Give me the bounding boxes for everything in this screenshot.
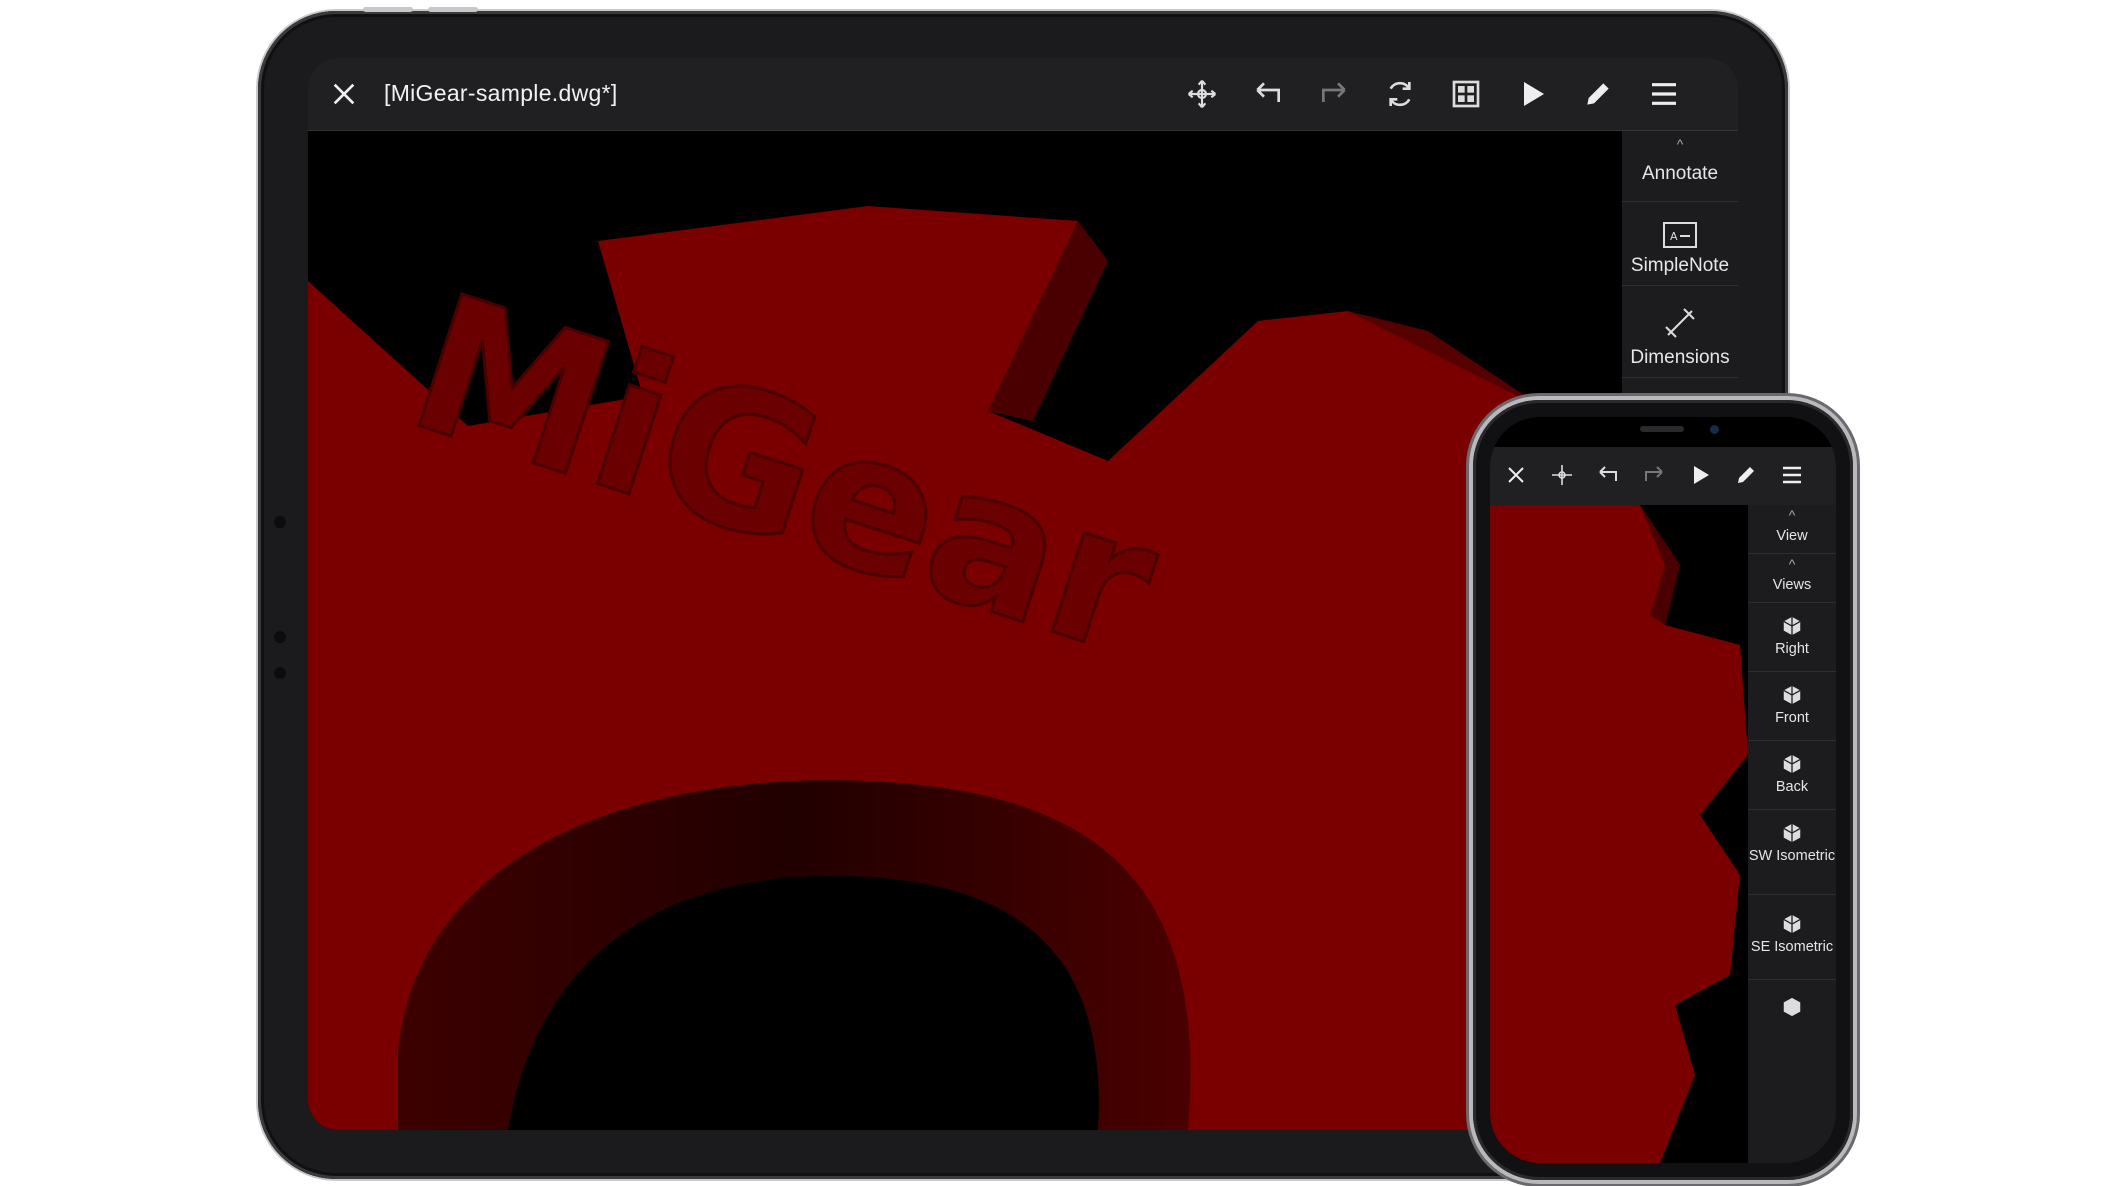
side-item-views[interactable]: ^ Views	[1748, 554, 1836, 603]
redo-icon[interactable]	[1638, 459, 1670, 491]
play-icon[interactable]	[1684, 459, 1716, 491]
cube-icon	[1783, 997, 1801, 1017]
side-item-label: Back	[1775, 779, 1809, 795]
cube-icon	[1783, 616, 1801, 636]
pencil-icon[interactable]	[1578, 74, 1618, 114]
front-camera	[1710, 425, 1719, 434]
iphone-model-viewport[interactable]: MiGear	[1490, 505, 1748, 1163]
chevron-up-icon: ^	[1788, 507, 1796, 523]
chevron-up-icon: ^	[1676, 136, 1684, 152]
side-item-simplenote[interactable]: A SimpleNote	[1622, 203, 1738, 286]
ipad-toolbar: [MiGear-sample.dwg*]	[308, 58, 1738, 131]
side-item-label: SimpleNote	[1630, 255, 1730, 276]
side-item-annotate[interactable]: ^ Annotate	[1622, 131, 1738, 202]
menu-icon[interactable]	[1776, 459, 1808, 491]
cube-icon	[1783, 823, 1801, 843]
gear-model: MiGear	[308, 206, 1620, 1130]
undo-icon[interactable]	[1248, 74, 1288, 114]
grid-icon[interactable]	[1446, 74, 1486, 114]
document-title: [MiGear-sample.dwg*]	[384, 80, 618, 106]
cube-icon	[1783, 685, 1801, 705]
notch	[1582, 417, 1744, 447]
side-item-label: SE Isometric	[1750, 939, 1834, 955]
sync-icon[interactable]	[1380, 74, 1420, 114]
side-item-view[interactable]: ^ View	[1748, 505, 1836, 554]
side-item-label: Right	[1775, 641, 1809, 657]
side-item-dimensions[interactable]: Dimensions	[1622, 287, 1738, 378]
play-icon[interactable]	[1512, 74, 1552, 114]
ipad-top-button-2	[428, 7, 478, 12]
cube-icon	[1783, 754, 1801, 774]
side-item-label: View	[1776, 528, 1808, 544]
pan-icon[interactable]	[1182, 74, 1222, 114]
side-item-label: Views	[1772, 577, 1812, 593]
pencil-icon[interactable]	[1730, 459, 1762, 491]
ipad-sensor-dot	[274, 631, 286, 643]
gear-model-rotated: MiGear	[1490, 505, 1748, 1163]
undo-icon[interactable]	[1592, 459, 1624, 491]
side-item-se-isometric[interactable]: SE Isometric	[1748, 895, 1836, 980]
side-item-label: Dimensions	[1630, 347, 1730, 368]
ipad-sensor-dot-2	[274, 667, 286, 679]
chevron-up-icon: ^	[1788, 556, 1796, 572]
side-item-right[interactable]: Right	[1748, 603, 1836, 672]
speaker	[1640, 426, 1684, 432]
iphone-toolbar	[1490, 447, 1836, 505]
redo-icon[interactable]	[1314, 74, 1354, 114]
iphone-device: MiGear ^ View ^ Views Right Front Back S…	[1473, 400, 1853, 1180]
svg-text:A: A	[1670, 230, 1678, 243]
menu-icon[interactable]	[1644, 74, 1684, 114]
side-item-label: Annotate	[1641, 163, 1719, 184]
side-item-sw-isometric[interactable]: SW Isometric	[1748, 810, 1836, 895]
iphone-screen: MiGear ^ View ^ Views Right Front Back S…	[1490, 417, 1836, 1163]
side-item-back[interactable]: Back	[1748, 741, 1836, 810]
close-icon[interactable]	[1500, 459, 1532, 491]
ipad-camera-dot	[274, 516, 286, 528]
side-item-partial[interactable]	[1748, 980, 1836, 1020]
note-icon: A	[1663, 222, 1697, 248]
ipad-top-button	[363, 7, 413, 12]
model-viewport[interactable]: MiGear	[308, 131, 1620, 1130]
close-icon[interactable]	[324, 74, 364, 114]
side-item-label: SW Isometric	[1748, 848, 1836, 864]
iphone-side-panel: ^ View ^ Views Right Front Back SW Isome…	[1748, 505, 1836, 1163]
pan-icon[interactable]	[1546, 459, 1578, 491]
dimension-icon	[1665, 308, 1695, 338]
cube-icon	[1783, 914, 1801, 934]
side-item-label: Front	[1775, 710, 1809, 726]
side-item-front[interactable]: Front	[1748, 672, 1836, 741]
